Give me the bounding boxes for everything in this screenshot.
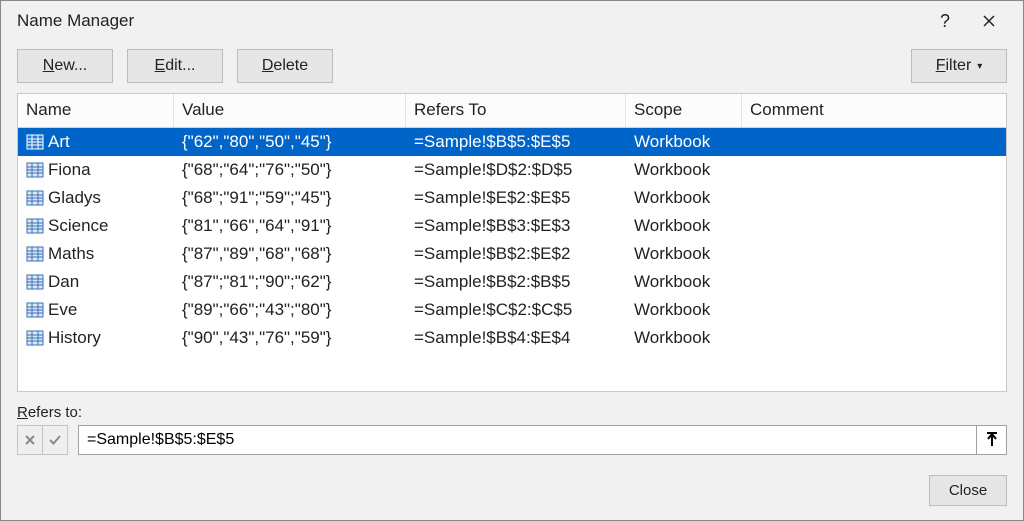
table-row[interactable]: Maths {"87","89","68","68"} =Sample!$B$2… <box>18 240 1006 268</box>
edit-button[interactable]: Edit... <box>127 49 223 83</box>
row-comment <box>742 224 1006 228</box>
names-list-panel: Name Value Refers To Scope Comment Art {… <box>17 93 1007 392</box>
table-row[interactable]: Eve {"89";"66";"43";"80"} =Sample!$C$2:$… <box>18 296 1006 324</box>
check-icon <box>48 434 62 446</box>
named-range-icon <box>26 330 44 346</box>
x-icon <box>24 434 36 446</box>
row-name: History <box>48 328 101 348</box>
row-comment <box>742 252 1006 256</box>
delete-button[interactable]: Delete <box>237 49 333 83</box>
row-value: {"68";"91";"59";"45"} <box>174 186 406 210</box>
name-manager-dialog: Name Manager ? New... Edit... Delete Fil… <box>0 0 1024 521</box>
help-icon: ? <box>940 11 950 32</box>
row-comment <box>742 140 1006 144</box>
named-range-icon <box>26 218 44 234</box>
header-name[interactable]: Name <box>18 94 174 127</box>
list-body[interactable]: Art {"62","80","50","45"} =Sample!$B$5:$… <box>18 128 1006 391</box>
row-scope: Workbook <box>626 214 742 238</box>
row-value: {"89";"66";"43";"80"} <box>174 298 406 322</box>
help-button[interactable]: ? <box>923 1 967 41</box>
row-comment <box>742 196 1006 200</box>
row-name: Fiona <box>48 160 91 180</box>
row-comment <box>742 308 1006 312</box>
table-row[interactable]: Gladys {"68";"91";"59";"45"} =Sample!$E$… <box>18 184 1006 212</box>
named-range-icon <box>26 246 44 262</box>
row-scope: Workbook <box>626 270 742 294</box>
row-refersto: =Sample!$B$2:$B$5 <box>406 270 626 294</box>
row-name: Gladys <box>48 188 101 208</box>
row-scope: Workbook <box>626 326 742 350</box>
row-value: {"81","66","64","91"} <box>174 214 406 238</box>
refers-to-label: Refers to: <box>17 404 1007 421</box>
collapse-icon <box>985 432 999 448</box>
row-refersto: =Sample!$D$2:$D$5 <box>406 158 626 182</box>
row-refersto: =Sample!$B$4:$E$4 <box>406 326 626 350</box>
table-row[interactable]: Science {"81","66","64","91"} =Sample!$B… <box>18 212 1006 240</box>
close-icon <box>983 15 995 27</box>
row-comment <box>742 280 1006 284</box>
row-scope: Workbook <box>626 130 742 154</box>
row-name: Science <box>48 216 108 236</box>
header-comment[interactable]: Comment <box>742 94 1006 127</box>
row-refersto: =Sample!$B$5:$E$5 <box>406 130 626 154</box>
dialog-title: Name Manager <box>17 11 134 31</box>
header-scope[interactable]: Scope <box>626 94 742 127</box>
row-refersto: =Sample!$B$2:$E$2 <box>406 242 626 266</box>
row-name: Art <box>48 132 70 152</box>
row-refersto: =Sample!$E$2:$E$5 <box>406 186 626 210</box>
row-name: Dan <box>48 272 79 292</box>
row-refersto: =Sample!$B$3:$E$3 <box>406 214 626 238</box>
collapse-dialog-button[interactable] <box>977 425 1007 455</box>
row-scope: Workbook <box>626 298 742 322</box>
header-refers[interactable]: Refers To <box>406 94 626 127</box>
named-range-icon <box>26 134 44 150</box>
titlebar: Name Manager ? <box>1 1 1023 41</box>
named-range-icon <box>26 190 44 206</box>
dialog-footer: Close <box>1 465 1023 520</box>
refers-to-section: Refers to: <box>17 404 1007 455</box>
filter-button[interactable]: Filter▾ <box>911 49 1007 83</box>
close-button[interactable]: Close <box>929 475 1007 506</box>
cancel-edit-button[interactable] <box>17 425 43 455</box>
named-range-icon <box>26 162 44 178</box>
row-comment <box>742 336 1006 340</box>
row-refersto: =Sample!$C$2:$C$5 <box>406 298 626 322</box>
table-row[interactable]: History {"90","43","76","59"} =Sample!$B… <box>18 324 1006 352</box>
row-scope: Workbook <box>626 158 742 182</box>
list-header: Name Value Refers To Scope Comment <box>18 94 1006 128</box>
row-value: {"87";"81";"90";"62"} <box>174 270 406 294</box>
row-value: {"87","89","68","68"} <box>174 242 406 266</box>
row-scope: Workbook <box>626 186 742 210</box>
table-row[interactable]: Dan {"87";"81";"90";"62"} =Sample!$B$2:$… <box>18 268 1006 296</box>
row-name: Maths <box>48 244 94 264</box>
confirm-edit-button[interactable] <box>42 425 68 455</box>
row-value: {"90","43","76","59"} <box>174 326 406 350</box>
window-close-button[interactable] <box>967 1 1011 41</box>
table-row[interactable]: Fiona {"68";"64";"76";"50"} =Sample!$D$2… <box>18 156 1006 184</box>
row-comment <box>742 168 1006 172</box>
row-name: Eve <box>48 300 77 320</box>
header-value[interactable]: Value <box>174 94 406 127</box>
new-button[interactable]: New... <box>17 49 113 83</box>
refers-to-input[interactable] <box>78 425 977 455</box>
chevron-down-icon: ▾ <box>977 61 982 72</box>
table-row[interactable]: Art {"62","80","50","45"} =Sample!$B$5:$… <box>18 128 1006 156</box>
named-range-icon <box>26 302 44 318</box>
row-value: {"68";"64";"76";"50"} <box>174 158 406 182</box>
toolbar: New... Edit... Delete Filter▾ <box>1 41 1023 93</box>
row-value: {"62","80","50","45"} <box>174 130 406 154</box>
named-range-icon <box>26 274 44 290</box>
row-scope: Workbook <box>626 242 742 266</box>
